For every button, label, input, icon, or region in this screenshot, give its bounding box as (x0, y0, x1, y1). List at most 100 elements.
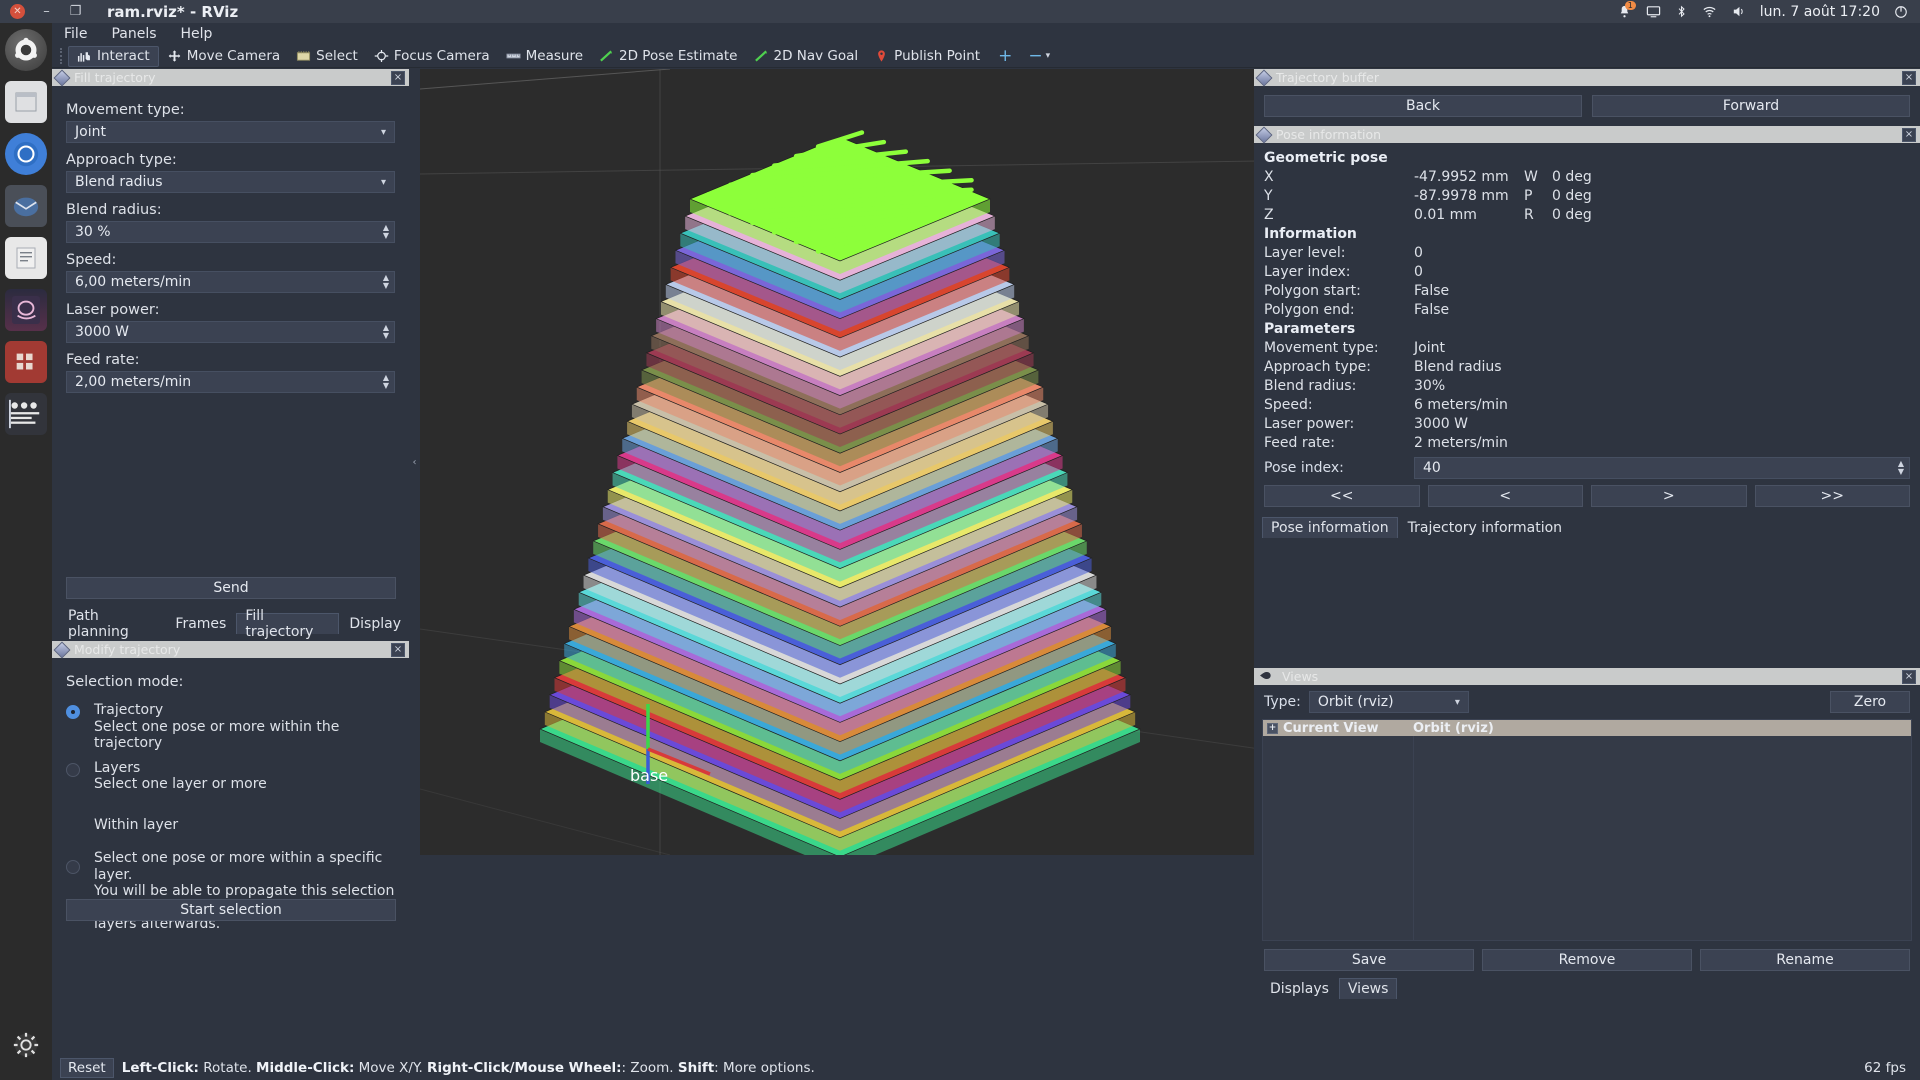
pose-index-label: Pose index: (1264, 460, 1344, 476)
info-row-polygon-start: Polygon start: False (1254, 282, 1920, 301)
system-tray: 1 lun. 7 août 17:20 (1617, 1, 1920, 20)
tool-publish-point[interactable]: Publish Point (866, 46, 988, 67)
text-editor-icon[interactable] (5, 237, 47, 279)
minimize-icon[interactable]: – (39, 4, 54, 19)
hint-shift-bold: Shift (677, 1059, 715, 1076)
trajectory-buffer-buttons: Back Forward (1254, 86, 1920, 126)
amazon-icon[interactable] (5, 289, 47, 331)
close-icon[interactable]: ✕ (10, 4, 25, 19)
feed-rate-label: Feed rate: (66, 352, 140, 368)
tool-move-camera[interactable]: Move Camera (159, 46, 288, 67)
volume-icon[interactable] (1731, 4, 1746, 19)
rename-view-button[interactable]: Rename (1700, 949, 1910, 971)
tab-fill-trajectory[interactable]: Fill trajectory (236, 608, 340, 640)
tab-views[interactable]: Views (1338, 978, 1398, 999)
views-list[interactable]: + Current View Orbit (rviz) (1262, 719, 1912, 941)
measure-icon (506, 49, 521, 63)
pose-information-panel-header: Pose information × (1254, 126, 1920, 143)
back-button[interactable]: Back (1264, 95, 1582, 117)
previous-pose-button[interactable]: < (1427, 485, 1583, 507)
spinner-arrows-icon[interactable]: ▲ ▼ (379, 272, 393, 292)
expand-icon[interactable]: + (1267, 722, 1278, 734)
remove-view-button[interactable]: Remove (1482, 949, 1692, 971)
notification-icon[interactable]: 1 (1617, 1, 1636, 19)
geometric-pose-header: Geometric pose (1264, 150, 1388, 166)
pose-index-row: Pose index: 40 ▲ ▼ (1254, 453, 1920, 479)
first-pose-button[interactable]: << (1264, 485, 1420, 507)
views-close-button[interactable]: × (1902, 669, 1916, 684)
ubuntu-icon[interactable] (5, 29, 47, 71)
rot-key-w: W (1524, 169, 1538, 185)
speed-spinbox[interactable]: 6,00 meters/min ▲ ▼ (66, 271, 395, 293)
maximize-icon[interactable]: ❐ (68, 4, 83, 19)
pose-information-close-button[interactable]: × (1902, 127, 1916, 142)
firefox-icon[interactable] (5, 133, 47, 175)
menu-item-help[interactable]: Help (181, 26, 213, 42)
tab-trajectory-information[interactable]: Trajectory information (1400, 517, 1570, 538)
tool-interact[interactable]: Interact (68, 45, 159, 67)
spinner-arrows-icon[interactable]: ▲ ▼ (379, 372, 393, 392)
movement-type-combo[interactable]: Joint ▾ (66, 121, 395, 143)
bluetooth-icon[interactable] (1675, 4, 1688, 19)
pose-index-spinbox[interactable]: 40 ▲ ▼ (1414, 457, 1910, 479)
next-pose-button[interactable]: > (1591, 485, 1747, 507)
menu-item-file[interactable]: File (64, 26, 87, 42)
trajectory-buffer-close-button[interactable]: × (1902, 70, 1916, 85)
tool-measure[interactable]: Measure (498, 46, 591, 67)
approach-type-combo[interactable]: Blend radius ▾ (66, 171, 395, 193)
pose-index-value: 40 (1423, 460, 1441, 476)
pose-axis-y: Y (1264, 188, 1273, 204)
blend-radius-spinbox[interactable]: 30 % ▲ ▼ (66, 221, 395, 243)
laser-power-spinbox[interactable]: 3000 W ▲ ▼ (66, 321, 395, 343)
selection-option-layers[interactable]: Layers Select one layer or more (66, 760, 409, 793)
tray-clock[interactable]: lun. 7 août 17:20 (1760, 4, 1880, 20)
rot-value-r: 0 deg (1552, 207, 1592, 223)
power-icon[interactable] (1894, 5, 1908, 19)
files-icon[interactable] (5, 81, 47, 123)
tool-select[interactable]: Select (288, 46, 366, 67)
tab-path-planning[interactable]: Path planning (60, 608, 165, 640)
network-icon[interactable] (1702, 4, 1717, 19)
tab-displays[interactable]: Displays (1262, 978, 1337, 999)
3d-viewport[interactable]: base (420, 69, 1260, 855)
menu-item-panels[interactable]: Panels (111, 26, 156, 42)
start-selection-button[interactable]: Start selection (66, 899, 396, 921)
zero-button[interactable]: Zero (1830, 691, 1910, 713)
thunderbird-icon[interactable] (5, 185, 47, 227)
tool-2d-nav-goal[interactable]: 2D Nav Goal (746, 46, 867, 67)
spinner-arrows-icon[interactable]: ▲ ▼ (1894, 458, 1908, 478)
info-key-polygon-start: Polygon start: (1264, 283, 1361, 299)
tab-frames[interactable]: Frames (167, 613, 234, 634)
forward-button[interactable]: Forward (1592, 95, 1910, 117)
radio-layers[interactable] (66, 762, 80, 777)
last-pose-button[interactable]: >> (1754, 485, 1910, 507)
radio-trajectory[interactable] (66, 705, 80, 719)
save-view-button[interactable]: Save (1264, 949, 1474, 971)
tool-2d-pose-estimate[interactable]: 2D Pose Estimate (591, 46, 745, 67)
send-button[interactable]: Send (66, 577, 396, 599)
fill-trajectory-body: Movement type: Joint ▾ Approach type: Bl… (52, 86, 409, 599)
tool-remove[interactable]: − ▾ (1022, 46, 1056, 67)
rviz-icon[interactable] (5, 393, 47, 435)
tool-focus-camera[interactable]: Focus Camera (366, 46, 498, 67)
tool-add[interactable]: + (988, 46, 1022, 67)
screen-icon[interactable] (1646, 4, 1661, 19)
settings-icon[interactable] (5, 1024, 47, 1066)
radio-within-layer[interactable] (66, 859, 80, 874)
fill-trajectory-close-button[interactable]: × (391, 70, 405, 85)
tab-display[interactable]: Display (341, 613, 409, 634)
tool-interact-label: Interact (97, 48, 150, 64)
views-type-combo[interactable]: Orbit (rviz) ▾ (1308, 691, 1469, 713)
feed-rate-value: 2,00 meters/min (75, 374, 192, 390)
spinner-arrows-icon[interactable]: ▲ ▼ (379, 322, 393, 342)
selection-option-trajectory[interactable]: Trajectory Select one pose or more withi… (66, 702, 409, 752)
tab-pose-information[interactable]: Pose information (1262, 517, 1398, 538)
toolbar-grip[interactable] (60, 48, 64, 64)
feed-rate-spinbox[interactable]: 2,00 meters/min ▲ ▼ (66, 371, 395, 393)
option-trajectory-desc: Select one pose or more within the traje… (94, 718, 340, 752)
spinner-arrows-icon[interactable]: ▲ ▼ (379, 222, 393, 242)
redmine-icon[interactable] (5, 341, 47, 383)
reset-button[interactable]: Reset (60, 1057, 114, 1078)
left-splitter-handle[interactable]: ‹ (409, 69, 420, 855)
modify-trajectory-close-button[interactable]: × (391, 642, 405, 657)
